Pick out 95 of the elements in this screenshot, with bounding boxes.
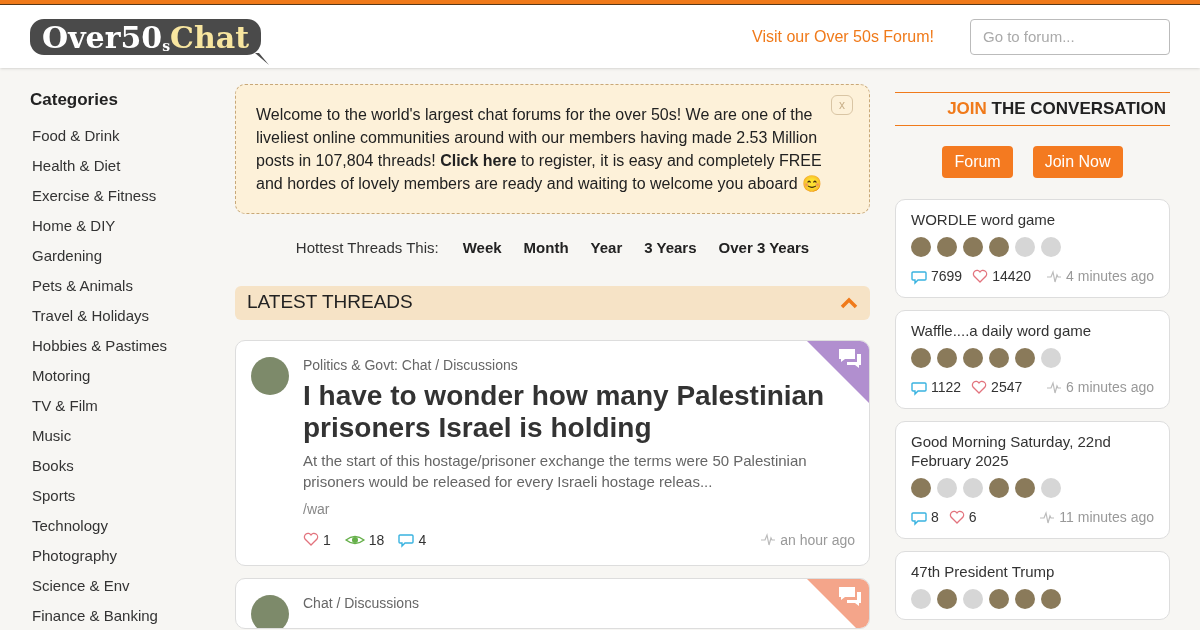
join-heading-text: JOIN THE CONVERSATION (947, 98, 1166, 121)
category-link[interactable]: Home & DIY (32, 215, 116, 238)
category-link[interactable]: TV & Film (32, 395, 98, 418)
category-link[interactable]: Motoring (32, 365, 91, 388)
avatar-photo-placeholder (989, 237, 1009, 257)
category-link[interactable]: Books (32, 455, 74, 478)
avatar-photo-placeholder (911, 348, 931, 368)
period-link[interactable]: Month (523, 237, 569, 260)
avatar-photo-placeholder (1015, 589, 1035, 609)
period-link[interactable]: Week (462, 237, 502, 260)
count-text: 18 (368, 530, 385, 550)
section-title: LATEST THREADS (247, 290, 413, 315)
avatar-photo-placeholder (1041, 589, 1061, 609)
count-text: 6 (968, 508, 977, 527)
default-avatar (1041, 478, 1061, 498)
category-link[interactable]: Food & Drink (32, 125, 120, 148)
topic-card[interactable]: WORDLE word game 7699 14420 4 minutes ago (895, 199, 1170, 298)
heart-icon (948, 509, 965, 526)
activity-icon (760, 532, 777, 548)
count-text: 1122 (931, 378, 962, 397)
avatar-photo-placeholder (911, 478, 931, 498)
speech-bubble-icon (911, 268, 927, 285)
hottest-label: Hottest Threads This: (295, 238, 439, 258)
welcome-text: Welcome to the world's largest chat forums for the over 50s! We are one of the liveliest online communities around with our members having made 2.53 Million posts in 107,804 threads! Click here to register, it is easy and completely FREE and hordes of lovely members are ready and waiting to welcome you aboard 😊 (256, 105, 824, 194)
heart-icon (303, 532, 319, 548)
activity-icon (1039, 509, 1056, 526)
category-link[interactable]: Music (32, 425, 72, 448)
category-link[interactable]: Pets & Animals (32, 275, 133, 298)
category-link[interactable]: Technology (32, 515, 108, 538)
avatar-photo-placeholder (989, 589, 1009, 609)
thread-excerpt: At the start of this hostage/prisoner exchange the terms were 50 Palestinian prisoners would be released for every Israeli hostage releas... (303, 450, 808, 492)
time-text: 11 minutes ago (1059, 508, 1154, 527)
period-link[interactable]: 3 Years (644, 237, 697, 260)
period-link[interactable]: Over 3 Years (718, 237, 810, 260)
heart-icon (972, 268, 989, 285)
count-text: 2547 (991, 378, 1023, 397)
speech-bubble-icon (398, 532, 415, 548)
avatar-photo-placeholder (1015, 478, 1035, 498)
count-text: 7699 (931, 267, 963, 286)
default-avatar (911, 589, 931, 609)
thread-category[interactable]: Politics & Govt: Chat / Discussions (303, 354, 518, 376)
category-link[interactable]: Sports (32, 485, 76, 508)
default-avatar (1015, 237, 1035, 257)
avatar-photo-placeholder (937, 237, 957, 257)
avatar-photo-placeholder (937, 348, 957, 368)
avatar-photo-placeholder (251, 356, 289, 395)
speech-bubble-icon (911, 379, 927, 396)
period-link[interactable]: Year (590, 237, 623, 260)
topic-card[interactable]: Good Morning Saturday, 22nd February 2025 8 6 11 minutes ago (895, 421, 1170, 539)
avatar-photo-placeholder (1015, 348, 1035, 368)
time-text: 6 minutes ago (1066, 378, 1154, 397)
default-avatar (963, 589, 983, 609)
category-link[interactable]: Gardening (32, 245, 103, 268)
activity-icon (1046, 268, 1063, 285)
heart-icon (971, 379, 988, 396)
avatar-photo-placeholder (911, 237, 931, 257)
topic-title[interactable]: 47th President Trump (911, 562, 1154, 581)
thread-card[interactable] (235, 339, 870, 566)
thread-category[interactable]: Chat / Discussions (303, 592, 419, 614)
sidebar-title: Categories (30, 89, 119, 111)
avatar-photo-placeholder (963, 237, 983, 257)
avatar-photo-placeholder (989, 348, 1009, 368)
category-link[interactable]: Photography (32, 545, 118, 568)
default-avatar (963, 478, 983, 498)
default-avatar (937, 478, 957, 498)
thread-tag[interactable]: /war (303, 498, 839, 520)
category-link[interactable]: Travel & Holidays (32, 305, 149, 328)
avatar-photo-placeholder (963, 348, 983, 368)
topic-card[interactable]: Waffle....a daily word game 1122 2547 6 minutes ago (895, 310, 1170, 409)
topic-title[interactable]: Waffle....a daily word game (911, 321, 1154, 340)
latest-threads-header[interactable]: LATEST THREADS (235, 285, 870, 320)
category-link[interactable]: Health & Diet (32, 155, 121, 178)
topic-title[interactable]: WORDLE word game (911, 210, 1154, 229)
count-text: 1 (323, 530, 331, 550)
topic-card[interactable]: 47th President Trump (895, 551, 1170, 620)
avatar-photo-placeholder (989, 478, 1009, 498)
count-text: 4 (418, 530, 427, 550)
category-link[interactable]: Science & Env (32, 575, 130, 598)
avatar-photo-placeholder (937, 589, 957, 609)
thread-card[interactable]: Chat / Discussions (235, 577, 870, 629)
default-avatar (1041, 348, 1061, 368)
default-avatar (1041, 237, 1061, 257)
count-text: 14420 (992, 267, 1032, 286)
time-text: 4 minutes ago (1066, 267, 1154, 286)
count-text: 8 (931, 508, 939, 527)
thread-title[interactable]: I have to wonder how many Palestinian prisoners Israel is holding (303, 379, 839, 444)
category-link[interactable]: Exercise & Fitness (32, 185, 157, 208)
avatar-photo-placeholder (251, 594, 289, 628)
search-field[interactable]: Go to forum... (970, 18, 1170, 55)
topic-title[interactable]: Good Morning Saturday, 22nd February 2025 (911, 432, 1154, 470)
category-link[interactable]: Finance & Banking (32, 605, 158, 628)
category-link[interactable]: Hobbies & Pastimes (32, 335, 168, 358)
speech-bubble-icon (911, 509, 927, 526)
time-text: an hour ago (780, 530, 855, 550)
activity-icon (1046, 379, 1063, 396)
